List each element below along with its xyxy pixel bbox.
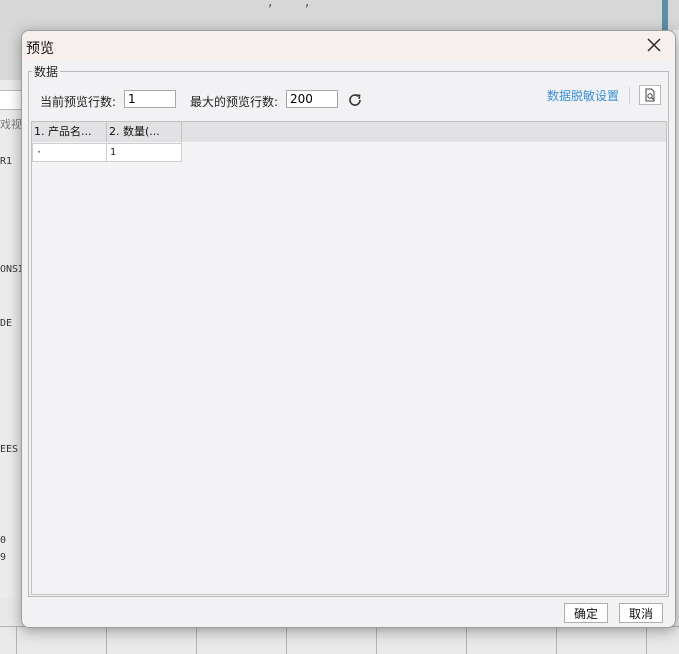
background-code-line: R1 bbox=[0, 156, 13, 167]
background-toolbar-glyph: , , bbox=[268, 0, 324, 10]
background-accent-strip bbox=[662, 0, 668, 30]
background-toolbar: , , bbox=[0, 0, 679, 32]
cancel-button[interactable]: 取消 bbox=[619, 603, 663, 623]
preview-data-grid: 1. 产品名... 2. 数量(... · 1 bbox=[31, 121, 667, 595]
background-label: 戏视 bbox=[0, 118, 22, 131]
close-icon bbox=[647, 38, 661, 52]
background-grid-line bbox=[556, 626, 557, 654]
background-grid-line bbox=[286, 626, 287, 654]
dialog-titlebar[interactable]: 预览 bbox=[22, 31, 675, 61]
refresh-icon[interactable] bbox=[347, 92, 363, 108]
background-code-line: 0 bbox=[0, 535, 7, 546]
table-cell[interactable]: 1 bbox=[106, 143, 182, 162]
current-preview-rows-label: 当前预览行数: bbox=[40, 95, 117, 109]
close-button[interactable] bbox=[642, 35, 666, 57]
dialog-title: 预览 bbox=[26, 41, 54, 57]
background-code-line: ONSI bbox=[0, 264, 22, 275]
background-grid-line bbox=[196, 626, 197, 654]
column-header-quantity[interactable]: 2. 数量(... bbox=[107, 122, 182, 142]
background-code-line: EES bbox=[0, 444, 19, 455]
background-grid-line bbox=[376, 626, 377, 654]
preview-dialog: 预览 数据 当前预览行数: 最大的预览行数: 数据脱敏设置 1. 产品名... … bbox=[21, 30, 676, 628]
table-cell[interactable]: · bbox=[32, 143, 107, 162]
current-preview-rows-input[interactable] bbox=[124, 90, 176, 108]
toolbar-separator bbox=[629, 87, 630, 104]
preview-document-icon bbox=[645, 88, 655, 102]
column-header-product-name[interactable]: 1. 产品名... bbox=[32, 122, 107, 142]
background-code-line: 9 bbox=[0, 552, 7, 563]
grid-header: 1. 产品名... 2. 数量(... bbox=[32, 122, 666, 142]
background-grid-line bbox=[16, 626, 17, 654]
ok-button[interactable]: 确定 bbox=[564, 603, 608, 623]
background-code-line: DE bbox=[0, 318, 13, 329]
preview-document-button[interactable] bbox=[639, 85, 661, 105]
max-preview-rows-input[interactable] bbox=[286, 90, 338, 108]
background-grid-line bbox=[466, 626, 467, 654]
max-preview-rows-label: 最大的预览行数: bbox=[190, 95, 279, 109]
background-grid-line bbox=[106, 626, 107, 654]
background-grid-line bbox=[646, 626, 647, 654]
data-masking-settings-link[interactable]: 数据脱敏设置 bbox=[547, 87, 619, 104]
data-group-label: 数据 bbox=[32, 63, 61, 80]
